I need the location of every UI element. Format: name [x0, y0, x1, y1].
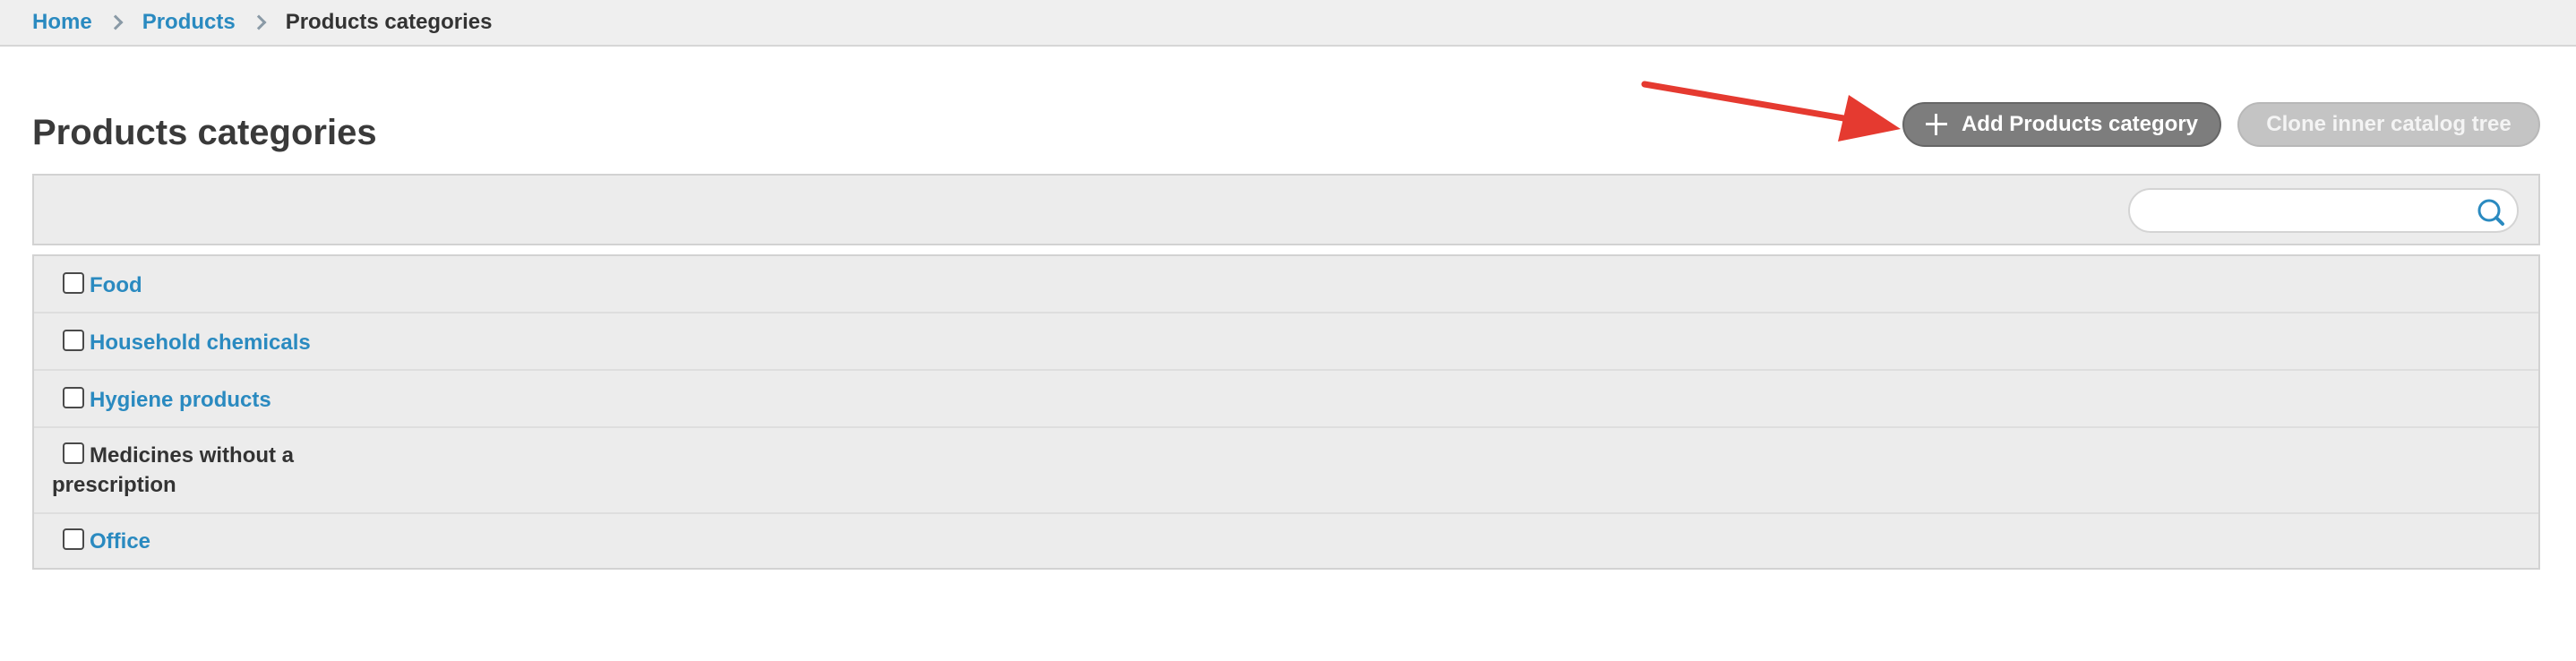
add-products-category-button[interactable]: Add Products category [1902, 102, 2221, 147]
plus-icon [1925, 114, 1947, 135]
category-link[interactable]: Hygiene products [90, 388, 271, 412]
chevron-right-icon [251, 14, 267, 30]
search-box [2128, 188, 2519, 233]
clone-inner-catalog-tree-button[interactable]: Clone inner catalog tree [2237, 102, 2540, 147]
page-title: Products categories [32, 113, 377, 152]
breadcrumb-products-link[interactable]: Products [142, 10, 236, 35]
breadcrumb-home-link[interactable]: Home [32, 10, 92, 35]
category-checkbox[interactable] [63, 272, 84, 294]
breadcrumb-current: Products categories [285, 10, 493, 34]
category-link[interactable]: Household chemicals [90, 330, 311, 355]
list-item: Medicines without a prescription [34, 428, 2538, 514]
category-checkbox[interactable] [63, 330, 84, 351]
add-products-category-label: Add Products category [1961, 112, 2199, 136]
category-link[interactable]: Office [90, 529, 150, 554]
category-label: Medicines without a prescription [52, 443, 295, 497]
breadcrumb: Home Products Products categories [0, 0, 2576, 47]
search-icon[interactable] [2476, 197, 2506, 227]
search-input[interactable] [2146, 197, 2469, 224]
category-link[interactable]: Food [90, 273, 142, 297]
list-item: Office [34, 514, 2538, 570]
clone-inner-catalog-tree-label: Clone inner catalog tree [2266, 112, 2512, 136]
category-checkbox[interactable] [63, 442, 84, 464]
category-checkbox[interactable] [63, 387, 84, 408]
category-checkbox[interactable] [63, 528, 84, 550]
list-item: Hygiene products [34, 371, 2538, 428]
search-panel [32, 174, 2540, 245]
list-item: Food [34, 256, 2538, 313]
annotation-arrow-icon [1641, 81, 1901, 142]
categories-list: Food Household chemicals Hygiene product… [32, 254, 2540, 570]
chevron-right-icon [107, 14, 124, 30]
list-item: Household chemicals [34, 313, 2538, 371]
